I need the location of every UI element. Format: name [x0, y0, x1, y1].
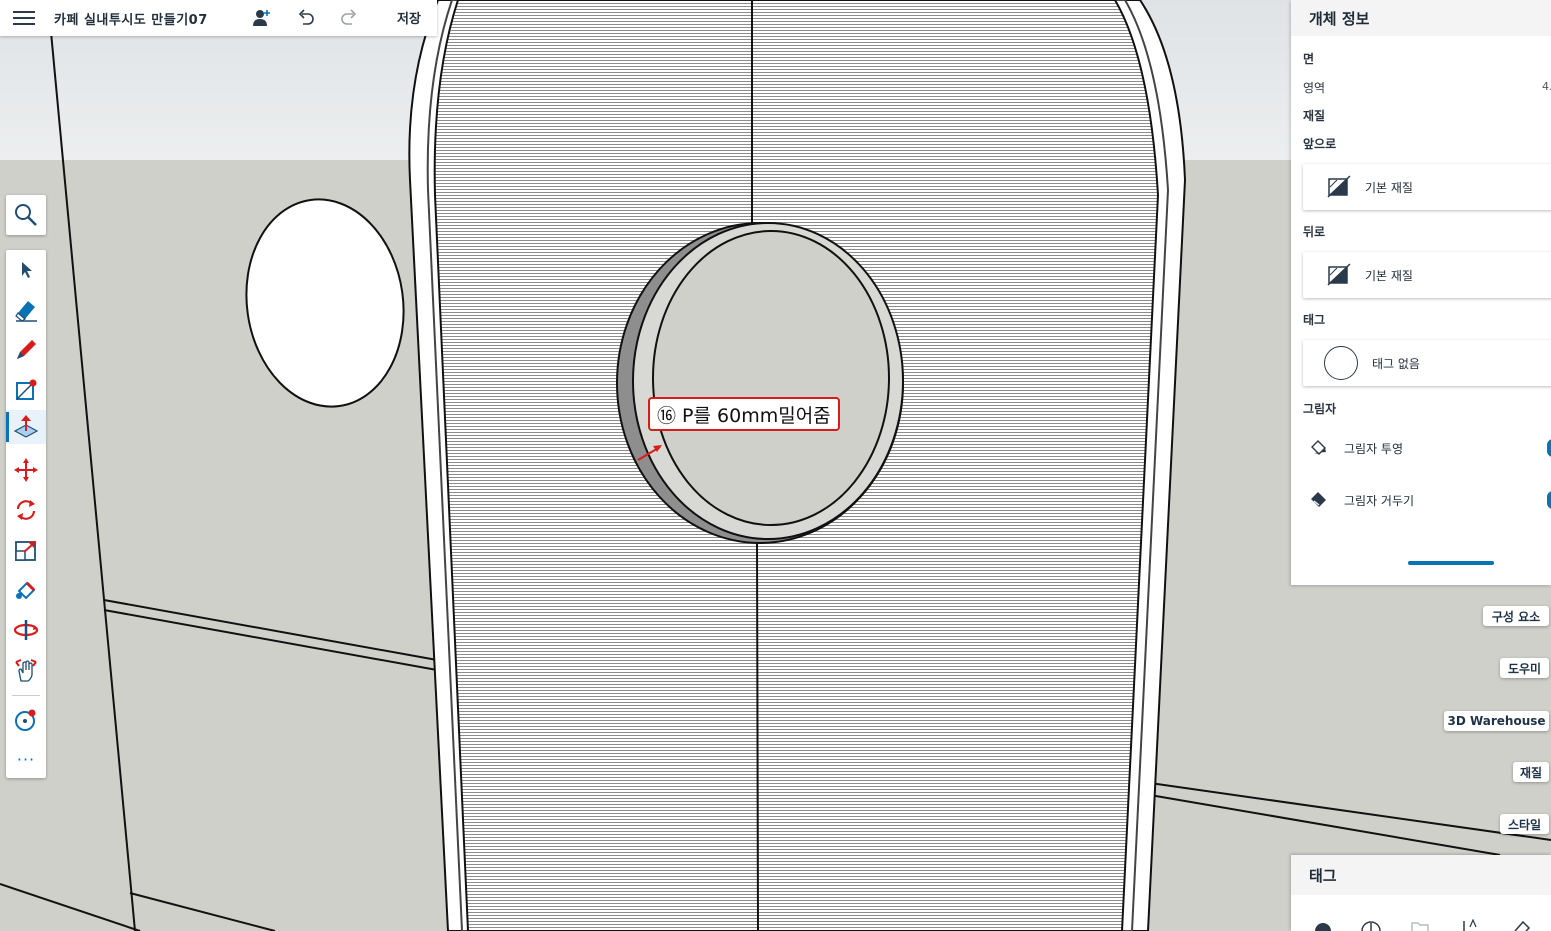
add-tag-icon[interactable] [1361, 919, 1381, 931]
entity-type-label: 면 [1303, 52, 1315, 66]
step-annotation: ⑯ P를 60mm밀어줌 [648, 397, 840, 431]
panel-scroll-indicator[interactable] [1408, 561, 1494, 565]
styles-tab[interactable]: 스타일 [1500, 814, 1549, 834]
front-material-label: 앞으로 [1303, 137, 1337, 151]
back-material-selector[interactable]: 기본 재질 [1303, 252, 1551, 298]
tag-eraser-icon[interactable] [1511, 919, 1531, 931]
area-label: 영역 [1303, 81, 1326, 95]
toolbar-divider [12, 695, 40, 696]
pan-icon[interactable] [6, 653, 46, 687]
hamburger-menu-icon[interactable] [13, 11, 35, 25]
rotate-icon[interactable] [6, 493, 46, 527]
more-tools-button[interactable]: ··· [6, 742, 46, 776]
door-split-line [756, 539, 759, 931]
select-icon[interactable] [6, 253, 46, 287]
search-icon[interactable] [6, 198, 46, 232]
entity-info-title: 개체 정보 [1291, 0, 1551, 36]
tags-panel-title: 태그 [1291, 855, 1551, 895]
move-icon[interactable] [6, 453, 46, 487]
search-tool-group [6, 195, 46, 235]
area-value: 4. [1542, 80, 1551, 93]
eraser-icon[interactable] [6, 293, 46, 327]
default-material-icon [1327, 175, 1351, 198]
sort-icon[interactable] [1461, 919, 1481, 931]
tape-measure-icon[interactable] [6, 703, 46, 737]
orbit-icon[interactable] [6, 613, 46, 647]
cast-shadows-toggle[interactable] [1547, 439, 1551, 457]
front-material-name: 기본 재질 [1365, 180, 1413, 195]
push-pull-icon[interactable] [6, 410, 46, 444]
top-bar: 카페 실내투시도 만들기07 저장 [0, 0, 437, 36]
folder-icon[interactable] [1411, 921, 1429, 931]
tag-circle-icon [1324, 346, 1358, 380]
shape-icon[interactable] [6, 373, 46, 407]
save-button[interactable]: 저장 [397, 8, 421, 27]
tags-panel: 태그 [1291, 855, 1551, 931]
receive-shadows-label: 그림자 거두기 [1344, 493, 1415, 508]
cast-shadows-row: 그림자 투영 [1303, 436, 1403, 460]
annotation-text: ⑯ P를 60mm밀어줌 [657, 404, 831, 427]
front-material-selector[interactable]: 기본 재질 [1303, 164, 1551, 210]
tag-selector[interactable]: 태그 없음 [1303, 340, 1551, 386]
scale-icon[interactable] [6, 533, 46, 567]
shadow-label: 그림자 [1303, 402, 1337, 416]
components-tab[interactable]: 구성 요소 [1483, 606, 1549, 626]
instructor-tab[interactable]: 도우미 [1500, 658, 1549, 678]
undo-icon[interactable] [294, 6, 318, 30]
back-material-name: 기본 재질 [1365, 268, 1413, 283]
share-user-icon[interactable] [250, 6, 274, 30]
materials-tab[interactable]: 재질 [1513, 762, 1549, 782]
receive-shadow-icon [1311, 492, 1326, 507]
paint-icon[interactable] [6, 573, 46, 607]
entity-info-panel: 개체 정보 면 영역 4. 재질 앞으로 기본 재질 뒤로 기본 재질 태그 태… [1291, 0, 1551, 585]
material-label: 재질 [1303, 109, 1326, 123]
receive-shadows-row: 그림자 거두기 [1303, 488, 1414, 512]
cast-shadows-label: 그림자 투영 [1344, 441, 1404, 456]
back-material-label: 뒤로 [1303, 225, 1326, 239]
cast-shadow-icon [1311, 440, 1326, 455]
tag-label: 태그 [1303, 313, 1326, 327]
pencil-icon[interactable] [6, 333, 46, 367]
redo-icon[interactable] [337, 6, 361, 30]
tool-palette: ··· [6, 250, 46, 778]
default-material-icon [1327, 263, 1351, 286]
porthole-glass[interactable] [652, 230, 890, 526]
visibility-icon[interactable] [1313, 919, 1333, 931]
receive-shadows-toggle[interactable] [1547, 491, 1551, 509]
document-title[interactable]: 카페 실내투시도 만들기07 [54, 9, 208, 28]
3d-warehouse-tab[interactable]: 3D Warehouse [1444, 711, 1549, 731]
tag-value: 태그 없음 [1372, 356, 1420, 371]
